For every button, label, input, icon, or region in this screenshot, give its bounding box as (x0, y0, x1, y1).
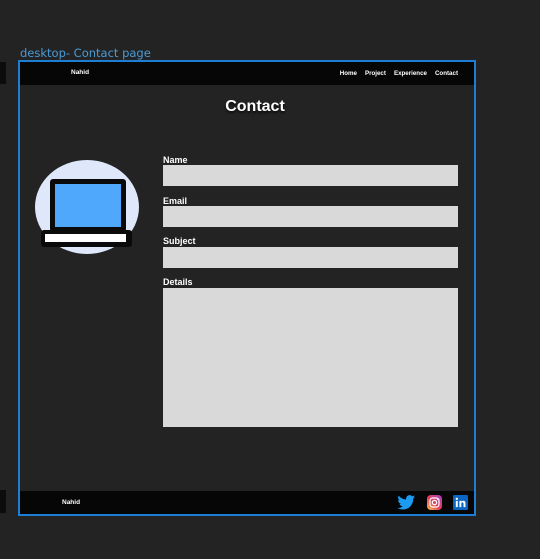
canvas-side-strip-bottom (0, 490, 6, 513)
footer: Nahid (20, 491, 474, 514)
nav-link-experience[interactable]: Experience (394, 70, 427, 77)
nav-link-home[interactable]: Home (340, 70, 357, 77)
linkedin-icon[interactable] (453, 495, 468, 510)
email-label: Email (163, 196, 188, 206)
nav-link-project[interactable]: Project (365, 70, 386, 77)
contact-page-frame: Nahid Home Project Experience Contact Co… (18, 60, 476, 516)
brand-logo-text[interactable]: Nahid (71, 69, 89, 76)
subject-field[interactable] (163, 247, 458, 268)
frame-label: desktop- Contact page (20, 46, 151, 60)
canvas-side-strip-top (0, 62, 6, 84)
twitter-icon[interactable] (397, 495, 416, 510)
laptop-icon (41, 179, 132, 247)
nav-link-contact[interactable]: Contact (435, 70, 458, 77)
instagram-icon[interactable] (427, 495, 442, 510)
nav-links: Home Project Experience Contact (340, 70, 458, 77)
email-field[interactable] (163, 206, 458, 227)
details-textarea[interactable] (163, 288, 458, 427)
page-title: Contact (225, 98, 285, 115)
name-label: Name (163, 155, 188, 165)
top-navbar: Nahid Home Project Experience Contact (20, 62, 474, 85)
name-field[interactable] (163, 165, 458, 186)
footer-brand[interactable]: Nahid (62, 499, 80, 506)
details-label: Details (163, 277, 193, 287)
subject-label: Subject (163, 236, 196, 246)
avatar (35, 160, 139, 254)
